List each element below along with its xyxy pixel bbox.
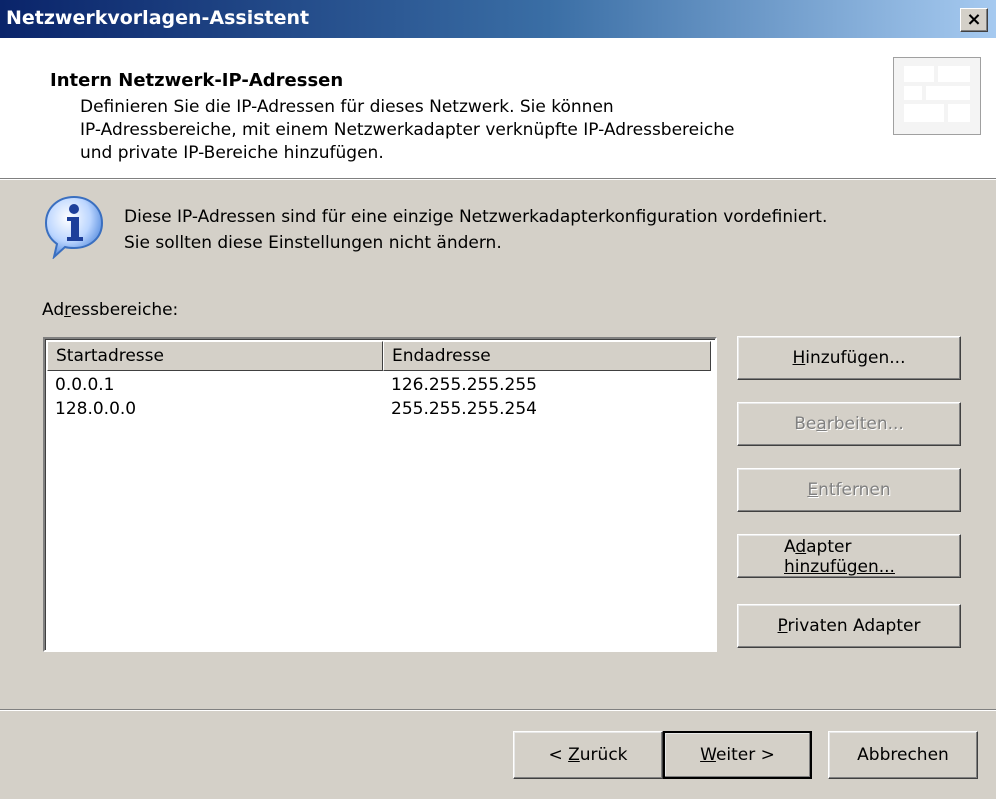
page-title: Intern Netzwerk-IP-Adressen xyxy=(50,70,344,91)
private-adapter-button[interactable]: Privaten Adapter xyxy=(737,604,961,648)
column-header-start[interactable]: Startadresse xyxy=(47,341,383,371)
info-message-line-1: Diese IP-Adressen sind für eine einzige … xyxy=(124,207,828,227)
address-ranges-label: Adressbereiche: xyxy=(42,300,179,320)
wizard-graphic-icon xyxy=(893,57,981,135)
close-button[interactable]: × xyxy=(960,8,988,32)
info-icon xyxy=(44,195,104,259)
next-button[interactable]: Weiter > xyxy=(663,731,812,779)
cell-start: 128.0.0.0 xyxy=(55,399,137,419)
window-title: Netzwerkvorlagen-Assistent xyxy=(6,7,310,29)
cell-end: 126.255.255.255 xyxy=(391,375,538,395)
cancel-button[interactable]: Abbrechen xyxy=(828,731,978,779)
close-icon: × xyxy=(966,9,982,30)
info-message-line-2: Sie sollten diese Einstellungen nicht än… xyxy=(124,233,502,253)
page-description: Definieren Sie die IP-Adressen für diese… xyxy=(80,96,870,165)
info-message: Diese IP-Adressen sind für eine einzige … xyxy=(124,204,944,256)
cell-start: 0.0.0.1 xyxy=(55,375,115,395)
page-description-line-3: und private IP-Bereiche hinzufügen. xyxy=(80,143,384,163)
page-description-line-1: Definieren Sie die IP-Adressen für diese… xyxy=(80,97,614,117)
remove-button[interactable]: Entfernen xyxy=(737,468,961,512)
title-bar: Netzwerkvorlagen-Assistent × xyxy=(0,0,996,38)
add-button[interactable]: Hinzufügen... xyxy=(737,336,961,380)
address-ranges-list[interactable]: Startadresse Endadresse 0.0.0.1 126.255.… xyxy=(43,337,717,652)
column-header-end[interactable]: Endadresse xyxy=(383,341,711,371)
add-adapter-button[interactable]: Adapter hinzufügen... xyxy=(737,534,961,578)
wizard-header: Intern Netzwerk-IP-Adressen Definieren S… xyxy=(0,38,996,180)
back-button[interactable]: < Zurück xyxy=(513,731,663,779)
edit-button[interactable]: Bearbeiten... xyxy=(737,402,961,446)
page-description-line-2: IP-Adressbereiche, mit einem Netzwerkada… xyxy=(80,120,735,140)
cell-end: 255.255.255.254 xyxy=(391,399,538,419)
